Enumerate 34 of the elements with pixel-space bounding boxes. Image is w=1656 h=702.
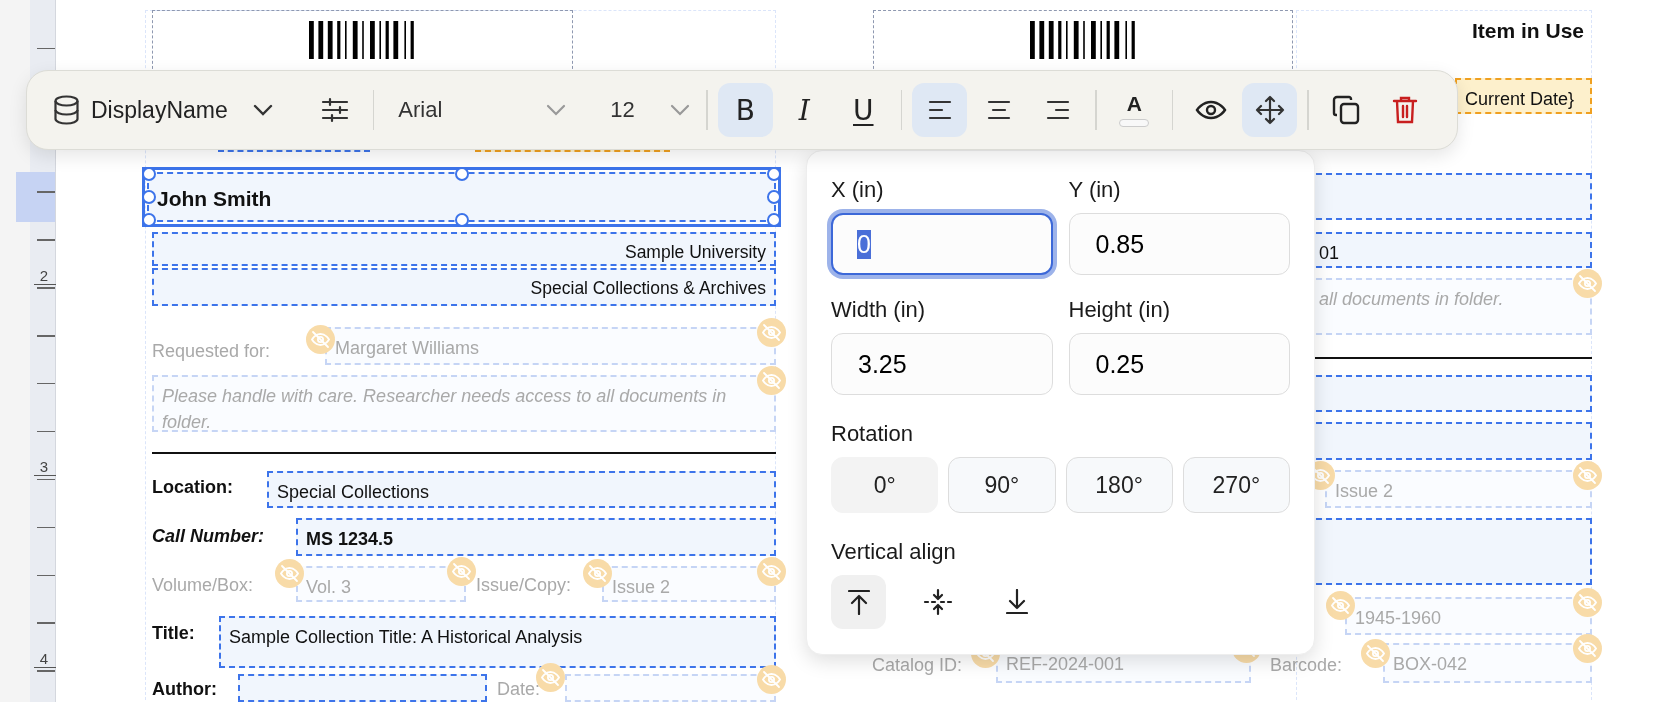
field-text: Issue 2 (1335, 480, 1394, 503)
field-text: 1945-1960 (1355, 607, 1442, 630)
label-text: Date: (497, 678, 541, 701)
field-text: Special Collections & Archives (530, 277, 766, 300)
section-label: Vertical align (831, 539, 957, 565)
label-text: Call Number: (152, 525, 265, 548)
label-text: Title: (152, 622, 195, 645)
label-text: Requested for: (152, 340, 271, 363)
field-text: Margaret Williams (335, 337, 480, 360)
field-text: Current Date} (1465, 88, 1575, 111)
field-label: X (in) (831, 177, 885, 203)
label-text: Author: (152, 678, 217, 701)
label-text: Barcode: (1270, 654, 1343, 677)
field-text: Please handle with care. Researcher needs access to all documents in folder. (162, 385, 728, 435)
field-text: 01 (1319, 242, 1340, 265)
field-label: Height (in) (1068, 297, 1171, 323)
field-text: REF-2024-001 (1006, 653, 1125, 676)
label-text: Item in Use (1471, 18, 1584, 44)
field-label: Width (in) (831, 297, 927, 323)
field-text: John Smith (157, 186, 272, 212)
field-label: Y (in) (1068, 177, 1122, 203)
label-text: Volume/Box: (152, 574, 254, 597)
field-text: Vol. 3 (306, 576, 352, 599)
label-text: Location: (152, 476, 233, 499)
label-text: Issue/Copy: (476, 574, 572, 597)
section-label: Rotation (831, 421, 914, 447)
label-text: Catalog ID: (872, 654, 963, 677)
field-text: Sample Collection Title: A Historical Analysis (229, 626, 583, 649)
field-text: Special Collections (277, 481, 430, 504)
field-text: Sample University (624, 241, 766, 264)
field-text: BOX-042 (1393, 653, 1468, 676)
field-text: Issue 2 (612, 576, 671, 599)
field-text: all documents in folder. (1319, 288, 1504, 311)
field-text: MS 1234.5 (306, 528, 394, 551)
